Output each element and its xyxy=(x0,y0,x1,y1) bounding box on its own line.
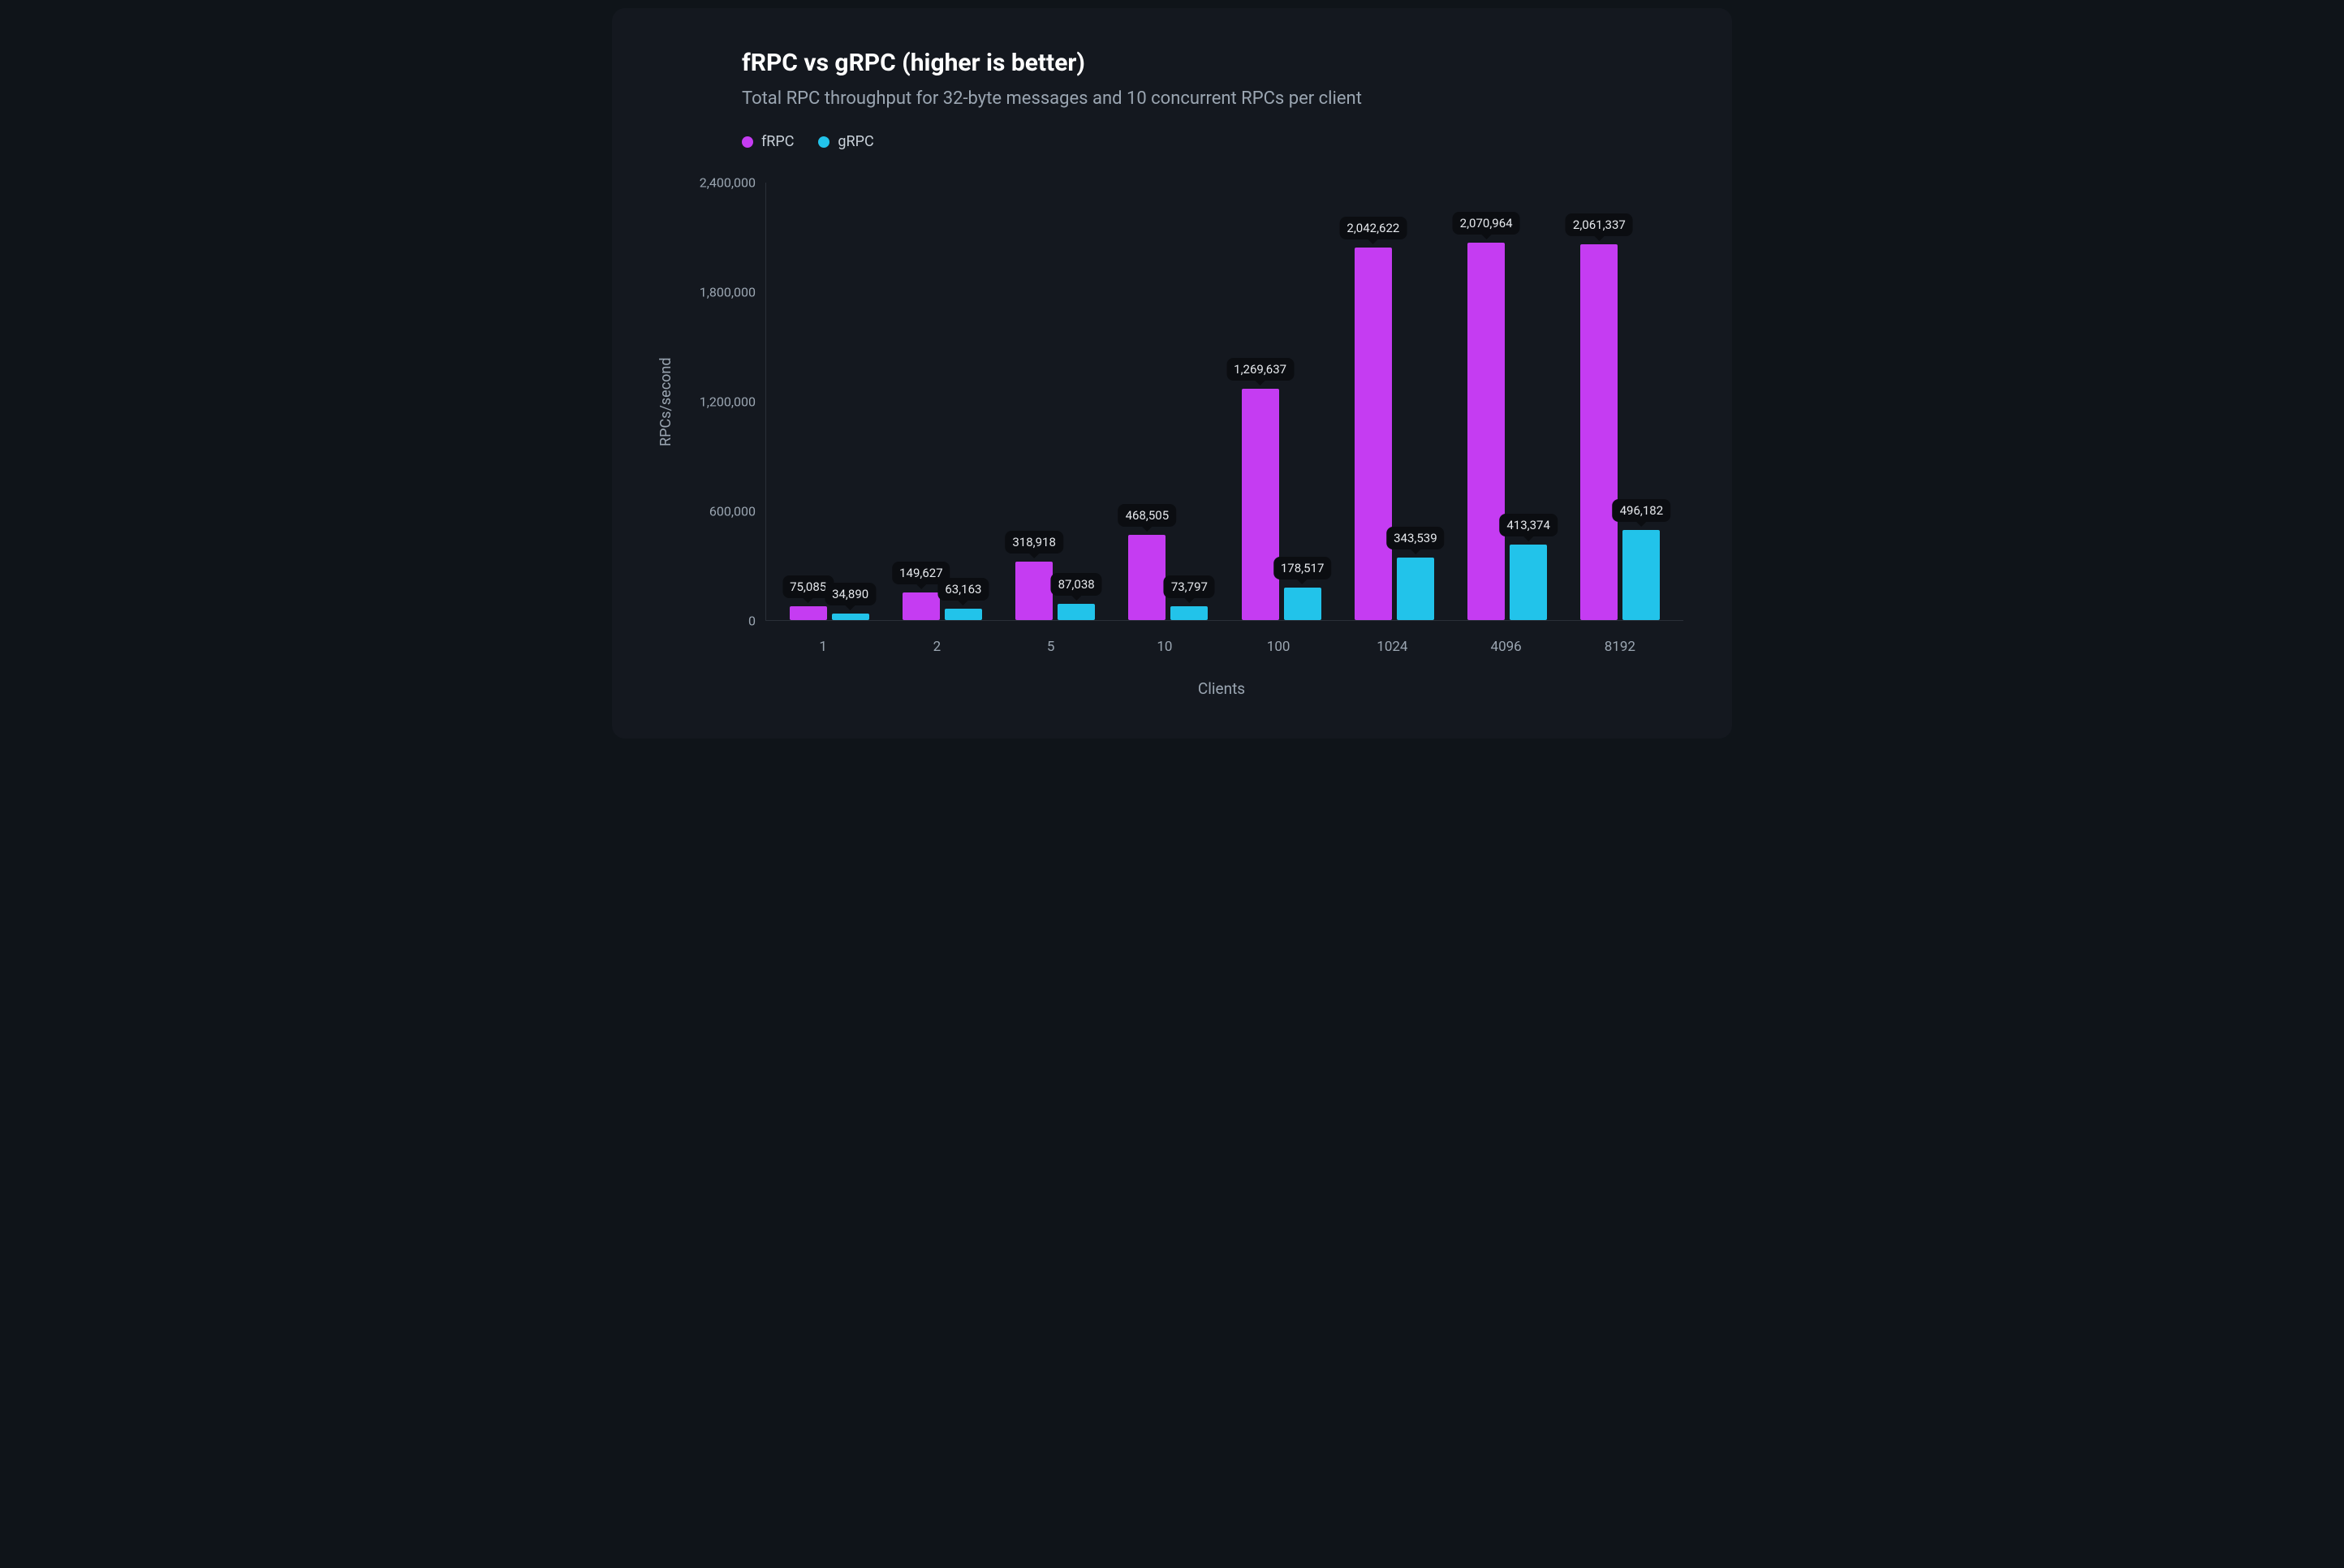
bar-frpc[interactable]: 149,627 xyxy=(903,592,940,620)
bar-value-label: 73,797 xyxy=(1164,575,1215,598)
y-tick: 1,800,000 xyxy=(700,285,756,300)
x-axis-label: Clients xyxy=(760,679,1683,698)
legend-dot-grpc xyxy=(818,136,829,148)
bar-frpc[interactable]: 2,070,964 xyxy=(1467,243,1505,620)
x-tick: 1024 xyxy=(1335,639,1449,655)
bar-value-label: 2,042,622 xyxy=(1339,217,1407,239)
bar-value-label: 63,163 xyxy=(937,578,989,601)
legend-label-grpc: gRPC xyxy=(838,133,873,150)
x-tick: 100 xyxy=(1222,639,1335,655)
bar-frpc[interactable]: 318,918 xyxy=(1015,562,1053,620)
y-axis-label: RPCs/second xyxy=(653,183,679,621)
bar-value-label: 413,374 xyxy=(1499,514,1558,536)
x-tick: 5 xyxy=(994,639,1108,655)
y-tick: 2,400,000 xyxy=(700,175,756,191)
chart-title: fRPC vs gRPC (higher is better) xyxy=(742,49,1683,77)
x-tick: 1 xyxy=(766,639,880,655)
legend-item-frpc[interactable]: fRPC xyxy=(742,133,794,150)
bar-value-label: 496,182 xyxy=(1613,499,1671,522)
chart-subtitle: Total RPC throughput for 32-byte message… xyxy=(742,88,1683,109)
chart-container: fRPC vs gRPC (higher is better) Total RP… xyxy=(612,8,1732,739)
bar-frpc[interactable]: 2,061,337 xyxy=(1580,244,1618,620)
bar-group: 2,061,337496,182 xyxy=(1564,183,1677,620)
bar-frpc[interactable]: 1,269,637 xyxy=(1242,389,1279,620)
bar-group: 468,50573,797 xyxy=(1112,183,1225,620)
plot-wrap: RPCs/second 0600,0001,200,0001,800,0002,… xyxy=(653,183,1683,621)
bar-value-label: 87,038 xyxy=(1051,573,1102,596)
bar-group: 2,042,622343,539 xyxy=(1338,183,1450,620)
y-tick: 0 xyxy=(748,614,756,629)
bar-value-label: 468,505 xyxy=(1118,504,1177,527)
x-tick: 2 xyxy=(880,639,993,655)
legend-dot-frpc xyxy=(742,136,753,148)
bar-value-label: 34,890 xyxy=(825,583,876,605)
bar-value-label: 2,070,964 xyxy=(1453,212,1520,235)
bar-value-label: 2,061,337 xyxy=(1566,213,1633,236)
y-ticks: 0600,0001,200,0001,800,0002,400,000 xyxy=(684,183,765,621)
bar-value-label: 178,517 xyxy=(1273,557,1332,579)
x-tick: 10 xyxy=(1108,639,1222,655)
x-tick: 8192 xyxy=(1563,639,1677,655)
bar-group: 149,62763,163 xyxy=(885,183,998,620)
bar-grpc[interactable]: 178,517 xyxy=(1284,588,1321,620)
bar-group: 2,070,964413,374 xyxy=(1451,183,1564,620)
bar-grpc[interactable]: 87,038 xyxy=(1058,604,1095,620)
bar-value-label: 318,918 xyxy=(1005,531,1063,554)
bar-group: 318,91887,038 xyxy=(999,183,1112,620)
bar-frpc[interactable]: 468,505 xyxy=(1128,535,1166,620)
legend: fRPC gRPC xyxy=(742,133,1683,150)
bar-frpc[interactable]: 2,042,622 xyxy=(1355,248,1392,620)
plot-area: 75,08534,890149,62763,163318,91887,03846… xyxy=(765,183,1683,621)
y-tick: 600,000 xyxy=(709,504,756,519)
bar-grpc[interactable]: 343,539 xyxy=(1397,558,1434,620)
bar-grpc[interactable]: 34,890 xyxy=(832,614,869,620)
bar-value-label: 1,269,637 xyxy=(1226,358,1294,381)
x-tick: 4096 xyxy=(1450,639,1563,655)
bar-value-label: 343,539 xyxy=(1386,527,1445,549)
legend-item-grpc[interactable]: gRPC xyxy=(818,133,873,150)
bar-group: 75,08534,890 xyxy=(773,183,885,620)
bar-grpc[interactable]: 73,797 xyxy=(1170,606,1208,620)
y-tick: 1,200,000 xyxy=(700,394,756,410)
bar-grpc[interactable]: 413,374 xyxy=(1510,545,1547,620)
bar-grpc[interactable]: 63,163 xyxy=(945,609,982,620)
bar-grpc[interactable]: 496,182 xyxy=(1622,530,1660,620)
bar-frpc[interactable]: 75,085 xyxy=(790,606,827,620)
x-axis: 12510100102440968192 xyxy=(760,639,1683,655)
bar-group: 1,269,637178,517 xyxy=(1225,183,1338,620)
legend-label-frpc: fRPC xyxy=(761,133,794,150)
